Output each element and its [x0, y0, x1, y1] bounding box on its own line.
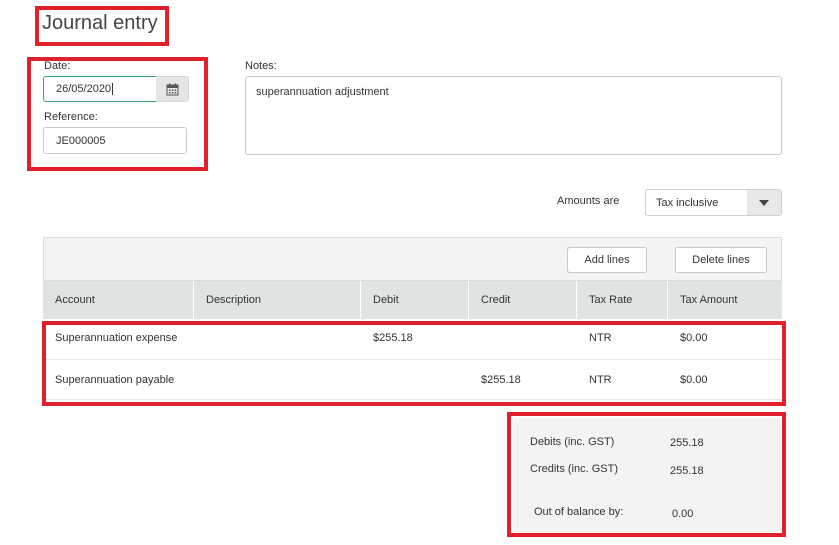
notes-input[interactable]: superannuation adjustment — [245, 76, 782, 155]
amounts-are-select[interactable]: Tax inclusive — [645, 189, 782, 216]
amounts-are-label: Amounts are — [557, 195, 620, 207]
highlight-date-reference — [27, 57, 208, 171]
delete-lines-button[interactable]: Delete lines — [675, 247, 767, 273]
add-lines-button[interactable]: Add lines — [567, 247, 647, 273]
dropdown-button[interactable] — [747, 190, 781, 215]
table-header: Account Description Debit Credit Tax Rat… — [43, 281, 782, 319]
caret-down-icon — [759, 199, 769, 206]
highlight-title — [35, 6, 169, 46]
notes-value: superannuation adjustment — [256, 86, 389, 98]
amounts-are-value: Tax inclusive — [656, 197, 719, 209]
column-header-debit[interactable]: Debit — [360, 281, 468, 319]
column-header-tax-rate[interactable]: Tax Rate — [576, 281, 667, 319]
notes-label: Notes: — [245, 60, 277, 72]
column-header-account[interactable]: Account — [43, 281, 193, 319]
column-header-tax-amount[interactable]: Tax Amount — [667, 281, 782, 319]
highlight-summary — [507, 412, 786, 537]
highlight-table-rows — [42, 321, 786, 406]
column-header-credit[interactable]: Credit — [468, 281, 576, 319]
table-toolbar — [43, 237, 782, 281]
column-header-description[interactable]: Description — [193, 281, 360, 319]
